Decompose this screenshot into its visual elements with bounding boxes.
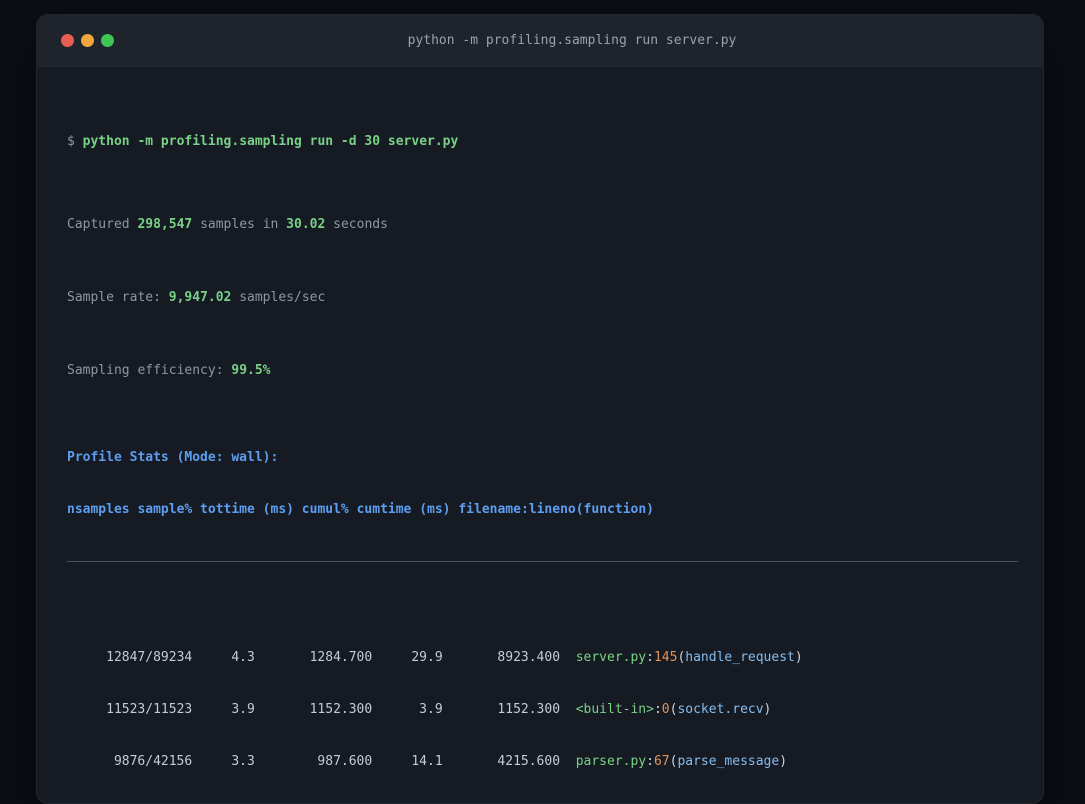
colon: : xyxy=(646,754,654,769)
table-row: 11523/11523 3.9 1152.300 3.9 1152.300 <built-… xyxy=(67,699,1018,721)
profile-stats-title: Profile Stats (Mode: wall): xyxy=(67,450,279,465)
sample-pct-cell: 3.9 xyxy=(231,702,255,717)
function-name: socket.recv xyxy=(677,702,764,717)
tottime-cell: 1284.700 xyxy=(309,650,373,665)
efficiency-value: 99.5% xyxy=(231,363,271,378)
nsamples-cell: 12847/89234 xyxy=(106,650,193,665)
captured-mid: samples in xyxy=(192,217,287,232)
line-number: 0 xyxy=(661,702,670,717)
terminal-window: python -m profiling.sampling run server.… xyxy=(36,14,1044,804)
cumul-pct-cell: 14.1 xyxy=(411,754,443,769)
location-cell: server.py:145(handle_request) xyxy=(560,647,803,669)
file-name: parser.py xyxy=(575,754,647,769)
nsamples-cell: 9876/42156 xyxy=(113,754,193,769)
tottime-cell: 1152.300 xyxy=(309,702,373,717)
efficiency-label: Sampling efficiency: xyxy=(67,363,232,378)
function-name: handle_request xyxy=(685,650,795,665)
cumtime-cell: 4215.600 xyxy=(497,754,561,769)
location-cell: <built-in>:0(socket.recv) xyxy=(560,699,772,721)
close-paren: ) xyxy=(763,702,772,717)
function-name: parse_message xyxy=(677,754,780,769)
cumtime-cell: 8923.400 xyxy=(497,650,561,665)
file-name: server.py xyxy=(575,650,647,665)
prompt-symbol: $ xyxy=(67,134,83,149)
captured-label: Captured xyxy=(67,217,138,232)
sample-pct-cell: 3.3 xyxy=(231,754,255,769)
rate-label: Sample rate: xyxy=(67,290,169,305)
rate-suffix: samples/sec xyxy=(231,290,326,305)
nsamples-cell: 11523/11523 xyxy=(106,702,193,717)
captured-line: Captured 298,547 samples in 30.02 second… xyxy=(67,214,1018,236)
maximize-button[interactable] xyxy=(101,34,114,47)
prompt-line: $ python -m profiling.sampling run -d 30… xyxy=(67,131,1018,153)
close-button[interactable] xyxy=(61,34,74,47)
line-number: 145 xyxy=(653,650,678,665)
minimize-button[interactable] xyxy=(81,34,94,47)
table-header: nsamples sample% tottime (ms) cumul% cum… xyxy=(67,502,654,517)
colon: : xyxy=(653,702,662,717)
sample-rate-line: Sample rate: 9,947.02 samples/sec xyxy=(67,287,1018,309)
efficiency-line: Sampling efficiency: 99.5% xyxy=(67,360,1018,382)
table-row: 12847/89234 4.3 1284.700 29.9 8923.400 server… xyxy=(67,647,1018,669)
cumul-pct-cell: 29.9 xyxy=(411,650,443,665)
cumtime-cell: 1152.300 xyxy=(497,702,561,717)
close-paren: ) xyxy=(794,650,803,665)
table-divider xyxy=(67,561,1018,562)
samples-count: 298,547 xyxy=(137,217,193,232)
open-paren: ( xyxy=(669,754,678,769)
capture-duration: 30.02 xyxy=(286,217,326,232)
sample-pct-cell: 4.3 xyxy=(231,650,255,665)
captured-suffix: seconds xyxy=(325,217,388,232)
traffic-lights xyxy=(37,34,114,47)
table-row: 9876/42156 3.3 987.600 14.1 4215.600 parser.p… xyxy=(67,751,1018,773)
location-cell: parser.py:67(parse_message) xyxy=(560,751,787,773)
line-number: 67 xyxy=(653,754,670,769)
command-text: python -m profiling.sampling run -d 30 s… xyxy=(82,134,459,149)
titlebar: python -m profiling.sampling run server.… xyxy=(37,15,1043,67)
cumul-pct-cell: 3.9 xyxy=(419,702,443,717)
rate-value: 9,947.02 xyxy=(168,290,232,305)
profile-table: 12847/89234 4.3 1284.700 29.9 8923.400 server… xyxy=(67,617,1018,803)
window-title: python -m profiling.sampling run server.… xyxy=(407,33,737,48)
terminal-output[interactable]: $ python -m profiling.sampling run -d 30… xyxy=(37,67,1043,803)
file-name: <built-in> xyxy=(575,702,654,717)
tottime-cell: 987.600 xyxy=(317,754,373,769)
colon: : xyxy=(646,650,654,665)
close-paren: ) xyxy=(779,754,788,769)
